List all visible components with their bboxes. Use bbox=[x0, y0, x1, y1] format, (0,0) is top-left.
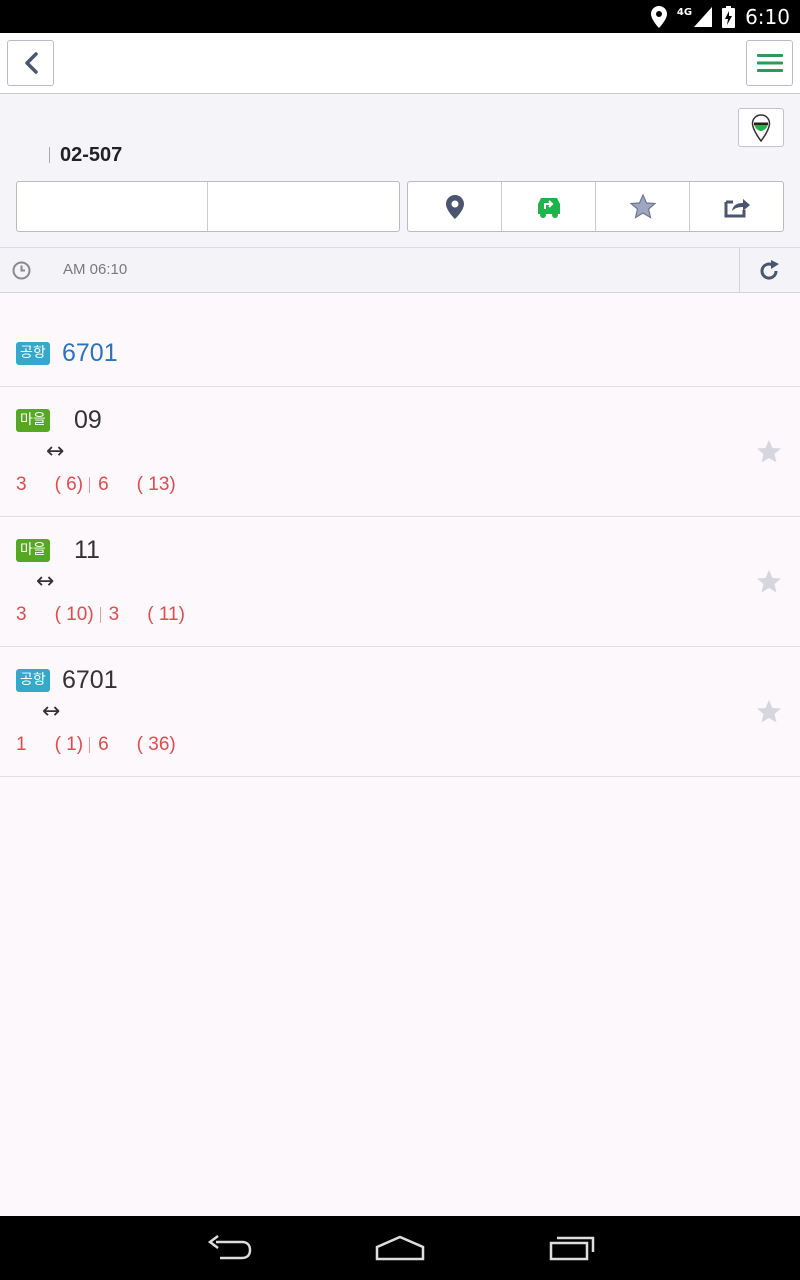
nav-recents-button[interactable] bbox=[548, 1234, 596, 1266]
route-type-badge: 마을 bbox=[16, 409, 50, 432]
route-number: 6701 bbox=[62, 339, 118, 367]
share-icon bbox=[724, 198, 750, 217]
nav-home-button[interactable] bbox=[374, 1234, 426, 1266]
signal-icon bbox=[694, 7, 713, 27]
route-type-badge: 마을 bbox=[16, 539, 50, 562]
stop-info-panel: 02-507 bbox=[0, 94, 800, 248]
refresh-icon bbox=[760, 260, 779, 280]
divider bbox=[49, 147, 50, 163]
direction-arrow-icon: ↔ bbox=[46, 439, 65, 464]
list-header-route[interactable]: 공항 6701 bbox=[0, 293, 800, 387]
arrival-info: 3 ( 10) 3 ( 11) bbox=[16, 604, 185, 626]
divider bbox=[89, 477, 91, 493]
location-status-icon bbox=[650, 6, 667, 28]
route-number: 6701 bbox=[62, 666, 118, 694]
system-navigation-bar bbox=[0, 1216, 800, 1280]
star-icon bbox=[757, 570, 781, 593]
direction-arrow-icon: ↔ bbox=[42, 699, 61, 724]
route-list: 공항 6701 마을 09 ↔ 3 ( 6) 6 ( 13) 마을 11 ↔ 3… bbox=[0, 293, 800, 777]
star-icon bbox=[757, 700, 781, 723]
network-label: 4G bbox=[676, 6, 693, 18]
home-icon bbox=[375, 1235, 425, 1261]
refresh-button[interactable] bbox=[739, 248, 800, 292]
status-bar: 4G 6:10 bbox=[0, 0, 800, 33]
stop-action-bar bbox=[407, 181, 784, 232]
recents-icon bbox=[549, 1236, 595, 1261]
arrival-info: 1 ( 1) 6 ( 36) bbox=[16, 734, 176, 756]
direction-arrow-icon: ↔ bbox=[36, 569, 55, 594]
map-pin-icon bbox=[751, 113, 771, 142]
update-time: AM 06:10 bbox=[63, 261, 128, 278]
bus-transfer-icon bbox=[537, 197, 560, 218]
route-type-badge: 공항 bbox=[16, 669, 50, 692]
arrival-2-stops: ( 13) bbox=[136, 474, 176, 495]
location-button[interactable] bbox=[408, 182, 502, 231]
divider bbox=[99, 607, 101, 623]
map-view-button[interactable] bbox=[738, 108, 784, 147]
favorite-toggle[interactable] bbox=[756, 569, 782, 598]
location-pin-icon bbox=[445, 194, 464, 219]
top-toolbar bbox=[0, 33, 800, 94]
stop-code-row: 02-507 bbox=[49, 144, 122, 166]
arrival-1-minutes: 3 bbox=[16, 474, 27, 495]
arrival-1-stops: ( 6) bbox=[54, 474, 84, 495]
list-item[interactable]: 마을 11 ↔ 3 ( 10) 3 ( 11) bbox=[0, 517, 800, 647]
arrival-1-stops: ( 1) bbox=[54, 734, 84, 755]
route-number: 09 bbox=[74, 406, 102, 434]
status-time: 6:10 bbox=[745, 5, 790, 29]
list-item[interactable]: 마을 09 ↔ 3 ( 6) 6 ( 13) bbox=[0, 387, 800, 517]
stop-segment-box[interactable] bbox=[16, 181, 400, 232]
star-icon bbox=[629, 194, 656, 219]
divider bbox=[207, 182, 208, 231]
battery-icon bbox=[722, 6, 736, 28]
favorite-toggle[interactable] bbox=[756, 439, 782, 468]
star-icon bbox=[757, 440, 781, 463]
update-time-bar: AM 06:10 bbox=[0, 248, 800, 293]
arrival-2-stops: ( 36) bbox=[136, 734, 176, 755]
list-item[interactable]: 공항 6701 ↔ 1 ( 1) 6 ( 36) bbox=[0, 647, 800, 777]
clock-icon bbox=[12, 261, 31, 280]
arrival-2-minutes: 6 bbox=[98, 734, 109, 755]
favorite-toggle[interactable] bbox=[756, 699, 782, 728]
share-button[interactable] bbox=[690, 182, 783, 231]
menu-button[interactable] bbox=[746, 40, 793, 86]
arrival-2-minutes: 6 bbox=[98, 474, 109, 495]
arrival-1-minutes: 1 bbox=[16, 734, 27, 755]
arrival-1-minutes: 3 bbox=[16, 604, 27, 625]
route-type-badge: 공항 bbox=[16, 342, 50, 365]
arrival-2-minutes: 3 bbox=[108, 604, 120, 625]
favorite-button[interactable] bbox=[596, 182, 690, 231]
hamburger-menu-icon bbox=[756, 54, 783, 72]
route-number: 11 bbox=[74, 536, 100, 564]
back-button[interactable] bbox=[7, 40, 54, 86]
back-arrow-icon bbox=[207, 1235, 252, 1260]
chevron-left-icon bbox=[24, 52, 38, 74]
arrival-2-stops: ( 11) bbox=[147, 604, 185, 625]
nav-back-button[interactable] bbox=[206, 1234, 254, 1266]
stop-code: 02-507 bbox=[60, 143, 123, 166]
arrival-info: 3 ( 6) 6 ( 13) bbox=[16, 474, 176, 496]
divider bbox=[89, 737, 91, 753]
transfer-button[interactable] bbox=[502, 182, 596, 231]
arrival-1-stops: ( 10) bbox=[54, 604, 94, 625]
